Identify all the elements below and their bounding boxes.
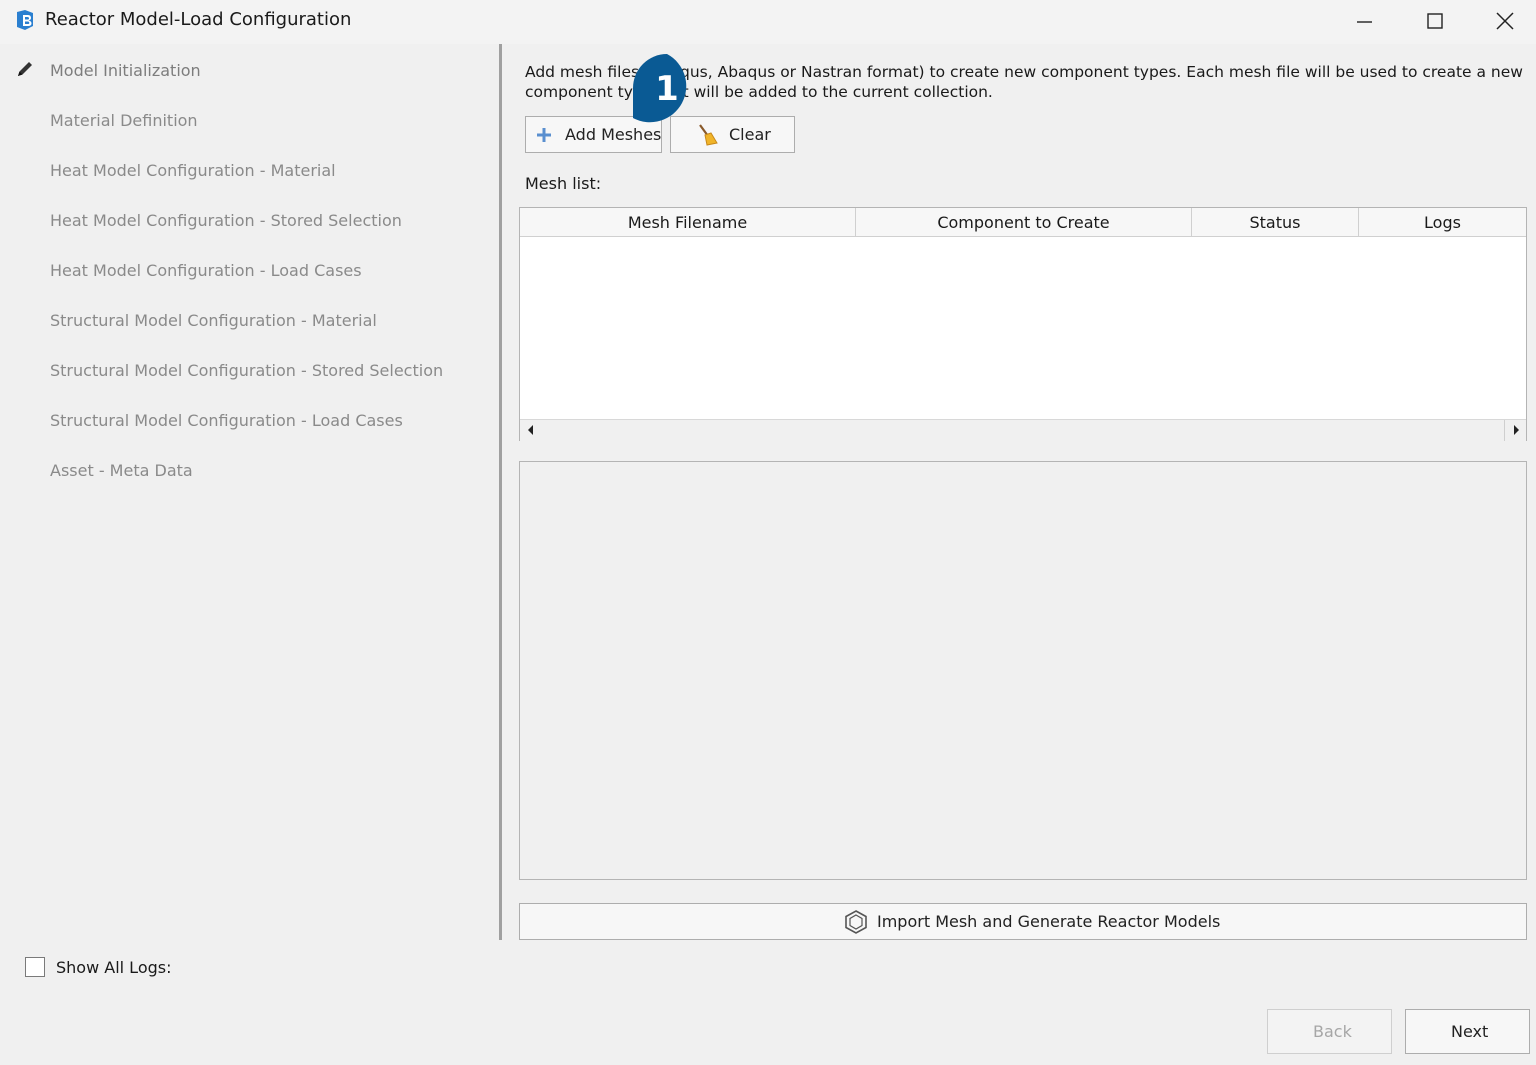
table-header: Mesh Filename Component to Create Status… xyxy=(520,208,1526,237)
close-icon xyxy=(1496,12,1514,30)
show-all-logs-label: Show All Logs: xyxy=(56,958,172,977)
back-button[interactable]: Back xyxy=(1267,1009,1392,1054)
arrow-left-icon xyxy=(528,425,533,435)
callout-badge: 1 xyxy=(633,54,687,123)
scroll-right-button[interactable] xyxy=(1504,420,1526,441)
step-asset-meta-data[interactable]: Asset - Meta Data xyxy=(50,461,193,480)
column-header-component[interactable]: Component to Create xyxy=(856,208,1192,236)
broom-icon xyxy=(699,124,718,146)
arrow-right-icon xyxy=(1514,425,1519,435)
next-label: Next xyxy=(1451,1022,1489,1041)
clear-label: Clear xyxy=(729,125,771,144)
app-logo-icon xyxy=(17,10,33,30)
step-material-definition[interactable]: Material Definition xyxy=(50,111,198,130)
add-meshes-label: Add Meshes xyxy=(565,125,662,144)
maximize-button[interactable] xyxy=(1400,0,1470,44)
back-label: Back xyxy=(1313,1022,1352,1041)
scroll-left-button[interactable] xyxy=(520,420,542,441)
step-heat-load-cases[interactable]: Heat Model Configuration - Load Cases xyxy=(50,261,362,280)
horizontal-scrollbar[interactable] xyxy=(520,419,1526,441)
callout-number: 1 xyxy=(655,69,679,109)
log-panel xyxy=(519,461,1527,880)
step-structural-load-cases[interactable]: Structural Model Configuration - Load Ca… xyxy=(50,411,403,430)
close-button[interactable] xyxy=(1470,0,1536,44)
step-structural-stored-selection[interactable]: Structural Model Configuration - Stored … xyxy=(50,361,443,380)
mesh-table[interactable]: Mesh Filename Component to Create Status… xyxy=(519,207,1527,441)
column-header-status[interactable]: Status xyxy=(1192,208,1359,236)
title-bar: Reactor Model-Load Configuration xyxy=(0,0,1536,44)
plus-icon xyxy=(537,128,551,142)
window-title: Reactor Model-Load Configuration xyxy=(45,9,352,30)
step-heat-stored-selection[interactable]: Heat Model Configuration - Stored Select… xyxy=(50,211,402,230)
minimize-button[interactable] xyxy=(1330,0,1400,44)
pane-splitter[interactable] xyxy=(499,44,502,940)
mesh-list-label: Mesh list: xyxy=(525,174,602,193)
step-structural-material[interactable]: Structural Model Configuration - Materia… xyxy=(50,311,377,330)
next-button[interactable]: Next xyxy=(1405,1009,1530,1054)
show-all-logs-checkbox[interactable] xyxy=(25,957,45,977)
import-generate-label: Import Mesh and Generate Reactor Models xyxy=(877,912,1221,931)
step-heat-material[interactable]: Heat Model Configuration - Material xyxy=(50,161,336,180)
step-model-initialization[interactable]: Model Initialization xyxy=(50,61,201,80)
column-header-logs[interactable]: Logs xyxy=(1359,208,1526,236)
pencil-icon xyxy=(18,62,32,76)
maximize-icon xyxy=(1427,13,1443,29)
import-generate-button[interactable]: Import Mesh and Generate Reactor Models xyxy=(519,903,1527,940)
column-header-mesh-filename[interactable]: Mesh Filename xyxy=(520,208,856,236)
hexagon-icon xyxy=(845,910,867,934)
minimize-icon xyxy=(1357,21,1372,23)
